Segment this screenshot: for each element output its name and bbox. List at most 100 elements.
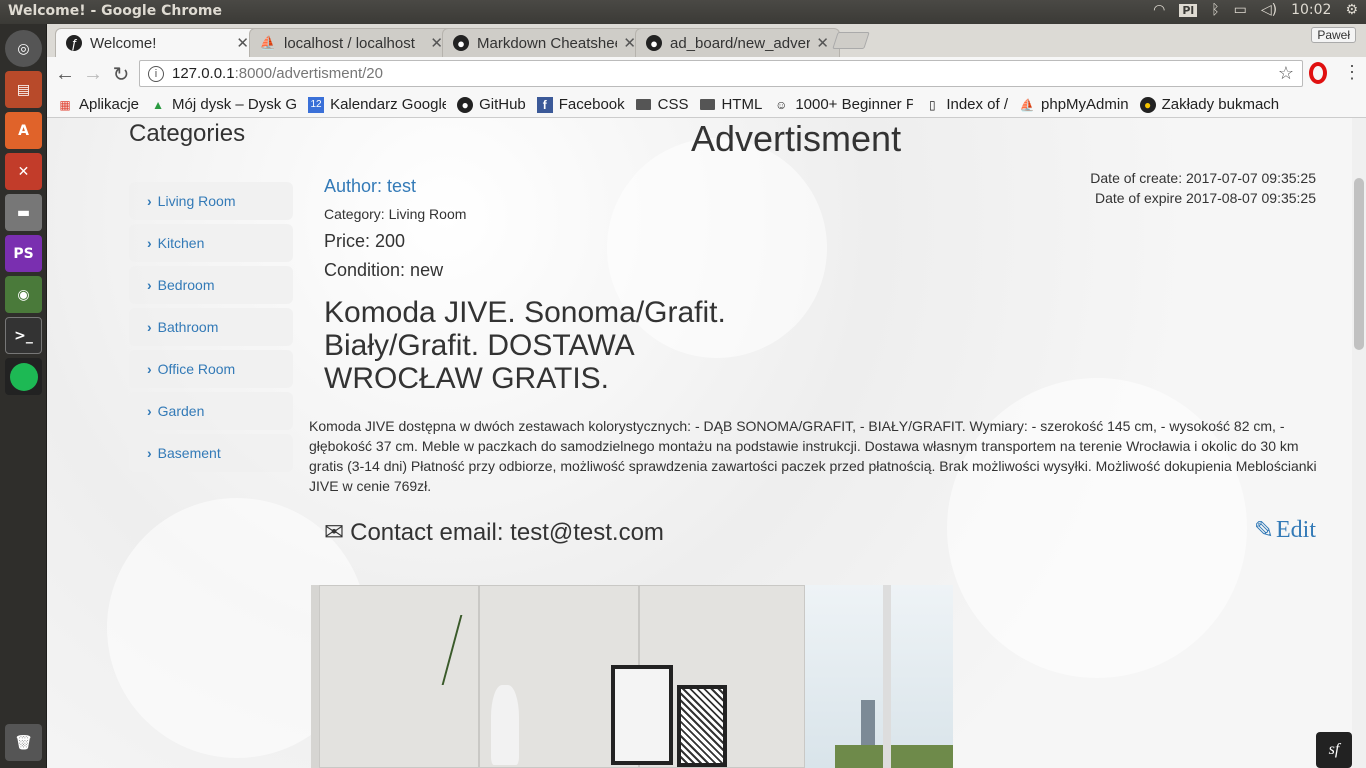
chrome-icon[interactable]: ◉ (5, 276, 42, 313)
photo-trees (835, 745, 953, 768)
pma-icon: ⛵ (1019, 97, 1035, 112)
page-icon: ▯ (929, 97, 936, 112)
close-tab-icon[interactable]: ✕ (236, 34, 249, 52)
window-title: Welcome! - Google Chrome (8, 3, 222, 19)
chevron-right-icon: › (147, 193, 152, 209)
bookmark-facebook[interactable]: f Facebook (536, 96, 625, 113)
github-icon: ● (646, 35, 662, 51)
advert-photo (311, 585, 953, 768)
forward-arrow-icon[interactable]: → (79, 60, 107, 88)
bookmark-css[interactable]: CSS (636, 96, 688, 113)
close-tab-icon[interactable]: ✕ (816, 34, 829, 52)
battery-icon[interactable]: ▭ (1234, 2, 1247, 18)
bookmark-betting[interactable]: ● Zakłady bukmach (1139, 96, 1279, 113)
software-center-icon[interactable]: A (5, 112, 42, 149)
bookmarks-bar: ▦ Aplikacje ▲ Mój dysk – Dysk G 12 Kalendar… (47, 92, 1366, 118)
photo-vase (491, 685, 519, 765)
date-of-create: Date of create: 2017-07-07 09:35:25 (1090, 170, 1316, 186)
category-bedroom[interactable]: › Bedroom (129, 266, 293, 304)
drive-icon: ▲ (152, 97, 164, 112)
advert-condition: Condition: new (324, 260, 444, 280)
browser-toolbar: ← → ↻ i 127.0.0.1:8000/advertisment/20 ☆… (47, 57, 1366, 92)
tab-ad-board[interactable]: ● ad_board/new_advert ✕ (635, 28, 840, 57)
chevron-right-icon: › (147, 319, 152, 335)
profile-button[interactable]: Paweł (1311, 27, 1356, 43)
browser-menu-icon[interactable]: ⋮ (1343, 62, 1361, 83)
symfony-icon: ƒ (66, 35, 82, 51)
facebook-icon: f (536, 96, 553, 113)
page-title: Advertisment (691, 118, 902, 159)
envelope-icon: ✉ (324, 519, 345, 546)
author-link[interactable]: Author: test (324, 176, 416, 197)
chevron-right-icon: › (147, 277, 152, 293)
url-host: 127.0.0.1 (172, 65, 235, 82)
tab-welcome[interactable]: ƒ Welcome! ✕ (55, 28, 260, 57)
advert-category: Category: Living Room (324, 206, 467, 222)
chevron-right-icon: › (147, 361, 152, 377)
dash-icon[interactable]: ◎ (5, 30, 42, 67)
pma-icon: ⛵ (259, 35, 277, 50)
betting-icon: ● (1139, 96, 1156, 113)
scrollbar[interactable] (1352, 118, 1366, 768)
drive-icon[interactable]: ▬ (5, 194, 42, 231)
bluetooth-icon[interactable]: ᛒ (1211, 2, 1219, 18)
apps-icon: ▦ (59, 97, 71, 112)
chevron-right-icon: › (147, 235, 152, 251)
github-icon: ● (453, 35, 469, 51)
bookmark-index[interactable]: ▯ Index of / (924, 96, 1008, 113)
volume-icon[interactable]: ◁) (1261, 2, 1277, 18)
browser-window: ƒ Welcome! ✕ ⛵ localhost / localhost ✕ ●… (47, 24, 1366, 768)
bookmark-html[interactable]: HTML (699, 96, 762, 113)
keyboard-layout-indicator[interactable]: Pl (1179, 3, 1198, 17)
bookmark-apps[interactable]: ▦ Aplikacje (57, 96, 139, 113)
contact-email: ✉ Contact email: test@test.com (324, 518, 664, 547)
categories-title: Categories (129, 120, 246, 147)
reload-icon[interactable]: ↻ (107, 60, 135, 88)
opera-extension-icon[interactable] (1309, 62, 1327, 84)
scrollbar-thumb[interactable] (1354, 178, 1364, 350)
bookmark-github[interactable]: ● GitHub (457, 96, 526, 113)
info-icon[interactable]: i (148, 65, 164, 82)
files-icon[interactable]: ▤ (5, 71, 42, 108)
bookmark-beginner[interactable]: ☺ 1000+ Beginner P (773, 96, 913, 113)
bookmark-drive[interactable]: ▲ Mój dysk – Dysk G (150, 96, 297, 113)
tab-localhost[interactable]: ⛵ localhost / localhost ✕ (249, 28, 454, 57)
trash-icon[interactable]: 🗑 (5, 724, 42, 761)
calendar-icon: 12 (308, 96, 325, 113)
settings-gear-icon[interactable]: ⚙ (1345, 2, 1358, 18)
category-garden[interactable]: › Garden (129, 392, 293, 430)
photo-frame-right (677, 685, 727, 767)
launcher: ◎ ▤ A ✕ ▬ PS ◉ >_ 🗑 (0, 24, 47, 768)
new-tab-button[interactable] (832, 32, 870, 49)
advert-headline: Komoda JIVE. Sonoma/Grafit. Biały/Grafit… (324, 296, 726, 395)
terminal-icon[interactable]: >_ (5, 317, 42, 354)
pencil-icon: ✎ (1253, 518, 1274, 544)
category-living-room[interactable]: › Living Room (129, 182, 293, 220)
system-settings-icon[interactable]: ✕ (5, 153, 42, 190)
bookmark-phpmyadmin[interactable]: ⛵ phpMyAdmin (1019, 96, 1129, 113)
category-basement[interactable]: › Basement (129, 434, 293, 472)
url-path: :8000/advertisment/20 (234, 65, 383, 82)
wifi-icon[interactable]: ◠ (1153, 2, 1165, 18)
tab-markdown[interactable]: ● Markdown Cheatsheet ✕ (442, 28, 647, 57)
back-arrow-icon[interactable]: ← (51, 60, 79, 88)
bookmark-calendar[interactable]: 12 Kalendarz Google (308, 96, 446, 113)
photo-frame-left (611, 665, 673, 765)
edit-link[interactable]: ✎ Edit (1254, 516, 1316, 545)
page-content: Categories › Living Room › Kitchen › Bedroo… (47, 118, 1366, 768)
photo-window (805, 585, 953, 768)
advert-price: Price: 200 (324, 231, 406, 251)
clock[interactable]: 10:02 (1291, 2, 1331, 18)
chevron-right-icon: › (147, 445, 152, 461)
category-office-room[interactable]: › Office Room (129, 350, 293, 388)
spotify-icon[interactable] (5, 358, 42, 395)
symfony-toolbar-icon[interactable]: sf (1316, 732, 1352, 768)
folder-icon (699, 97, 715, 113)
category-bathroom[interactable]: › Bathroom (129, 308, 293, 346)
address-bar[interactable]: i 127.0.0.1:8000/advertisment/20 ☆ (139, 60, 1303, 87)
category-kitchen[interactable]: › Kitchen (129, 224, 293, 262)
bookmark-star-icon[interactable]: ☆ (1278, 63, 1294, 84)
advert-description: Komoda JIVE dostępna w dwóch zestawach k… (309, 418, 1317, 494)
advert-dates: Date of create: 2017-07-07 09:35:25 Date… (1090, 168, 1316, 208)
phpstorm-icon[interactable]: PS (5, 235, 42, 272)
